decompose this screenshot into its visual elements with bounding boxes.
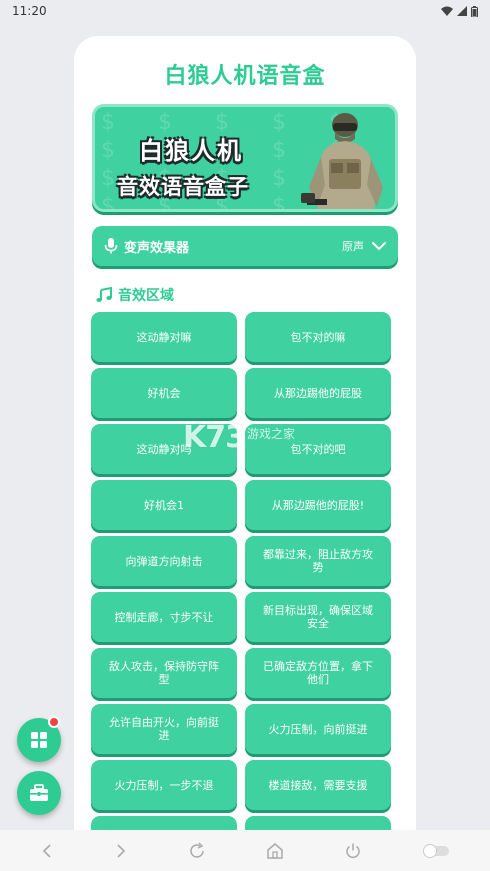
refresh-icon[interactable]: [188, 841, 206, 860]
sound-button[interactable]: 控制走廊，寸步不让: [91, 592, 237, 642]
sound-button[interactable]: 包不对的吧: [245, 424, 391, 474]
sound-button[interactable]: 敌人攻击，保持防守阵型: [91, 648, 237, 698]
banner-title: 白狼人机: [139, 137, 243, 165]
sound-button[interactable]: 从那边踢他的屁股!: [245, 480, 391, 530]
sound-button[interactable]: 向弹道方向射击: [91, 536, 237, 586]
home-icon[interactable]: [266, 842, 284, 860]
voice-changer-value: 原声: [342, 240, 364, 253]
nav-bar: [0, 830, 490, 871]
sound-button[interactable]: 允许自由开火，向前挺进: [91, 704, 237, 754]
sound-button[interactable]: 好机会: [91, 368, 237, 418]
app-title: 白狼人机语音盒: [164, 64, 326, 89]
toggle-icon[interactable]: [422, 843, 450, 859]
sound-grid: 这动静对嘛 包不对的嘛 好机会 从那边踢他的屁股 这动静对吗 包不对的吧 好机会…: [91, 312, 393, 836]
microphone-icon: [104, 238, 118, 254]
toolbox-button[interactable]: [17, 771, 61, 815]
sound-button[interactable]: 都靠过来，阻止敌方攻势: [245, 536, 391, 586]
voice-changer-label: 变声效果器: [124, 240, 190, 256]
status-icons: [441, 5, 478, 17]
voice-changer-select[interactable]: 变声效果器 原声: [92, 226, 398, 266]
power-icon[interactable]: [344, 842, 362, 860]
wifi-icon: [441, 6, 453, 16]
section-title-label: 音效区域: [118, 288, 174, 304]
music-note-icon: [96, 287, 112, 302]
back-icon[interactable]: [40, 843, 54, 859]
sound-button[interactable]: 包不对的嘛: [245, 312, 391, 362]
sound-button[interactable]: 这动静对嘛: [91, 312, 237, 362]
sound-button[interactable]: 火力压制，一步不退: [91, 760, 237, 810]
sound-button[interactable]: 已确定敌方位置，拿下他们: [245, 648, 391, 698]
battery-icon: [471, 5, 478, 17]
toolbox-icon: [30, 784, 48, 801]
main-card: 白狼人机语音盒 $ $ $ $ $ $ $ $ $ $ $ $ $ $ $ $ …: [74, 36, 416, 836]
sound-button[interactable]: 火力压制，向前挺进: [245, 704, 391, 754]
sound-button[interactable]: 新目标出现，确保区域安全: [245, 592, 391, 642]
status-time: 11:20: [12, 4, 47, 18]
sound-button[interactable]: 从那边踢他的屁股: [245, 368, 391, 418]
chevron-down-icon: [372, 242, 386, 251]
soldier-icon: [301, 113, 383, 209]
sound-button[interactable]: 好机会1: [91, 480, 237, 530]
status-bar: 11:20: [0, 0, 490, 22]
section-title: 音效区域: [96, 285, 174, 305]
sound-button[interactable]: 这动静对吗: [91, 424, 237, 474]
banner: $ $ $ $ $ $ $ $ $ $ $ $ $ $ $ $ $ $ $ $ …: [92, 104, 398, 212]
notification-badge: [48, 716, 60, 728]
grid-icon: [31, 732, 47, 748]
signal-icon: [457, 6, 467, 16]
sound-button[interactable]: 楼道接敌，需要支援: [245, 760, 391, 810]
banner-subtitle: 音效语音盒子: [117, 175, 249, 199]
forward-icon[interactable]: [114, 843, 128, 859]
